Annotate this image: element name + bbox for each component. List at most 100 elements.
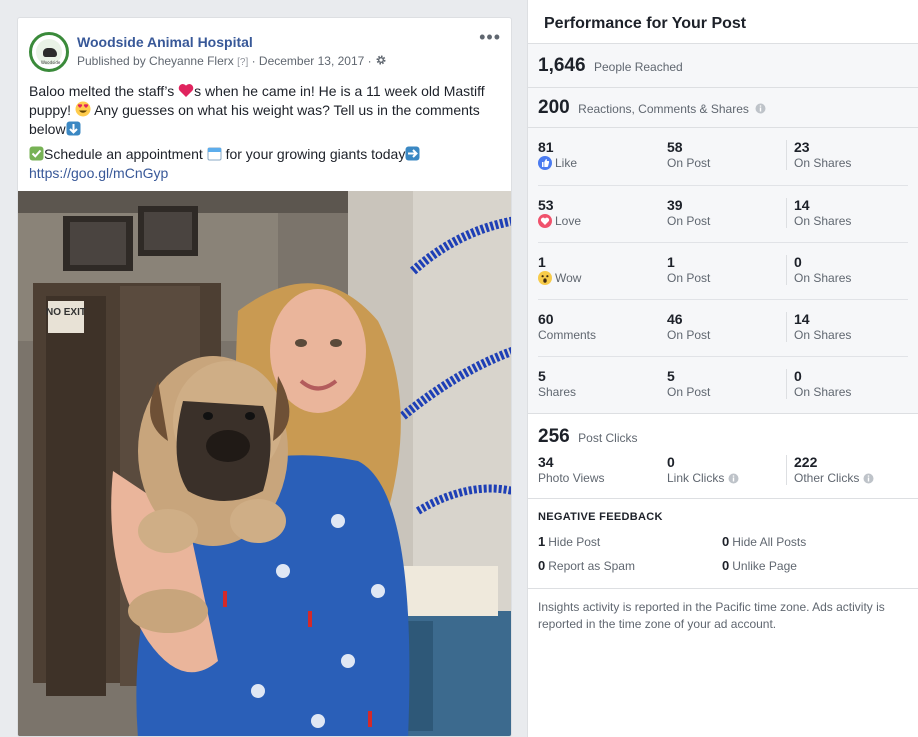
reactions-breakdown: 81 Like 58 On Post 23 On Shares 53 Love …	[528, 128, 918, 414]
check-mark-emoji-icon	[29, 146, 44, 161]
other-clicks-label-wrap: Other Clicks	[794, 470, 874, 486]
report-spam-item: 0 Report as Spam	[538, 558, 722, 573]
engagement-count: 200	[538, 97, 570, 118]
link-clicks-info-icon[interactable]	[728, 473, 739, 484]
page-name-link[interactable]: Woodside Animal Hospital	[77, 34, 253, 50]
dog-logo-icon	[43, 48, 57, 57]
negative-feedback-title: NEGATIVE FEEDBACK	[538, 511, 663, 523]
other-clicks-label: Other Clicks	[794, 471, 860, 485]
post-clicks-block: 256 Post Clicks 34 Photo Views 0 Link Cl…	[528, 414, 918, 499]
heart-eyes-emoji-icon	[75, 101, 91, 117]
love-icon	[538, 214, 552, 228]
reaction-row-like: 81 Like 58 On Post 23 On Shares	[538, 128, 908, 185]
report-spam-count: 0	[538, 558, 546, 573]
wow-on-shares-cell: 0 On Shares	[787, 254, 851, 286]
publisher-help-icon[interactable]: [?]	[237, 57, 248, 68]
post-card: Woodside Woodside Animal Hospital Publis…	[17, 17, 512, 737]
comments-on-shares: 14	[794, 311, 810, 327]
avatar-logo-text: Woodside	[41, 60, 61, 65]
like-icon	[538, 156, 552, 170]
no-exit-sign: NO EXIT	[46, 307, 86, 318]
post-text: Baloo melted the staff’s s when he came …	[29, 82, 499, 189]
shares-on-post-label: On Post	[667, 385, 711, 399]
comments-on-post: 46	[667, 311, 683, 327]
post-text-1a: Baloo melted the staff’s	[29, 83, 175, 99]
hide-all-posts-label: Hide All Posts	[732, 535, 807, 549]
shares-total-cell: 5 Shares	[538, 357, 667, 413]
like-total-cell: 81 Like	[538, 128, 667, 185]
love-total-cell: 53 Love	[538, 186, 667, 242]
post-text-1c: Any guesses on what his weight was? Tell…	[29, 102, 480, 137]
love-on-post-label: On Post	[667, 214, 711, 228]
shares-on-shares-label: On Shares	[794, 385, 852, 399]
report-spam-label: Report as Spam	[548, 559, 635, 573]
shares-on-post: 5	[667, 368, 675, 384]
wow-total-cell: 1 Wow	[538, 243, 667, 299]
comments-on-post-label: On Post	[667, 328, 711, 342]
published-by[interactable]: Published by Cheyanne Flerx	[77, 54, 234, 68]
post-clicks-summary: 256 Post Clicks	[538, 426, 908, 448]
other-clicks-cell: 222 Other Clicks	[787, 455, 874, 485]
summary-block: 1,646 People Reached 200 Reactions, Comm…	[528, 44, 918, 128]
link-clicks-label-wrap: Link Clicks	[667, 470, 786, 486]
other-clicks-count: 222	[794, 454, 818, 470]
calendar-emoji-icon	[207, 147, 222, 161]
wow-label: Wow	[555, 271, 582, 285]
unlike-page-item: 0 Unlike Page	[722, 558, 902, 573]
love-label: Love	[555, 214, 582, 228]
love-on-post: 39	[667, 197, 683, 213]
photo-views-cell: 34 Photo Views	[538, 454, 667, 486]
more-options-icon[interactable]: •••	[479, 28, 501, 46]
love-on-post-cell: 39 On Post	[667, 198, 787, 228]
reaction-row-comments: 60 Comments 46 On Post 14 On Shares	[538, 299, 908, 356]
comments-total-cell: 60 Comments	[538, 300, 667, 356]
like-total: 81	[538, 139, 554, 155]
photo-views-count: 34	[538, 454, 554, 470]
clicks-breakdown: 34 Photo Views 0 Link Clicks 222 Other C…	[538, 455, 908, 485]
love-on-shares: 14	[794, 197, 810, 213]
photo-illustration: NO EXIT	[18, 191, 511, 736]
post-clicks-label: Post Clicks	[578, 431, 638, 445]
post-paragraph-2: Schedule an appointment for your growing…	[29, 145, 499, 183]
love-on-shares-label: On Shares	[794, 214, 852, 228]
reaction-row-wow: 1 Wow 1 On Post 0 On Shares	[538, 242, 908, 299]
comments-on-post-cell: 46 On Post	[667, 312, 787, 342]
like-label-wrap: Like	[538, 155, 667, 171]
post-text-2a: Schedule an appointment	[44, 146, 203, 162]
post-date[interactable]: · December 13, 2017 ·	[252, 54, 372, 68]
wow-on-shares: 0	[794, 254, 802, 270]
post-photo[interactable]: NO EXIT	[18, 191, 511, 736]
link-clicks-count: 0	[667, 454, 675, 470]
like-on-shares-cell: 23 On Shares	[787, 139, 851, 171]
gear-icon[interactable]	[375, 54, 387, 66]
page-avatar[interactable]: Woodside	[29, 32, 69, 72]
photo-views-label: Photo Views	[538, 471, 605, 485]
appointment-link[interactable]: https://goo.gl/mCnGyp	[29, 164, 499, 183]
post-header: Woodside Woodside Animal Hospital Publis…	[18, 18, 511, 78]
negative-feedback-block: NEGATIVE FEEDBACK 1 Hide Post 0 Hide All P…	[528, 499, 918, 589]
wow-on-post-cell: 1 On Post	[667, 255, 787, 285]
hide-post-count: 1	[538, 534, 546, 549]
shares-on-shares-cell: 0 On Shares	[787, 369, 852, 400]
post-meta: Published by Cheyanne Flerx [?] · Decemb…	[77, 54, 387, 68]
comments-total: 60	[538, 311, 554, 327]
comments-on-shares-label: On Shares	[794, 328, 852, 342]
like-on-shares: 23	[794, 139, 810, 155]
red-heart-icon	[178, 84, 194, 97]
wow-label-wrap: Wow	[538, 270, 667, 286]
people-reached-label: People Reached	[594, 60, 683, 74]
avatar-logo: Woodside	[36, 39, 62, 65]
unlike-page-label: Unlike Page	[732, 559, 797, 573]
people-reached-row: 1,646 People Reached	[528, 44, 918, 87]
hide-all-posts-count: 0	[722, 534, 730, 549]
engagement-info-icon[interactable]	[755, 103, 766, 114]
timezone-footnote: Insights activity is reported in the Pac…	[538, 600, 885, 631]
other-clicks-info-icon[interactable]	[863, 473, 874, 484]
wow-on-post: 1	[667, 254, 675, 270]
down-arrow-emoji-icon	[66, 121, 81, 136]
love-on-shares-cell: 14 On Shares	[787, 197, 852, 229]
wow-on-post-label: On Post	[667, 271, 711, 285]
love-label-wrap: Love	[538, 213, 667, 229]
engagement-row: 200 Reactions, Comments & Shares	[528, 87, 918, 127]
post-paragraph-1: Baloo melted the staff’s s when he came …	[29, 82, 499, 139]
